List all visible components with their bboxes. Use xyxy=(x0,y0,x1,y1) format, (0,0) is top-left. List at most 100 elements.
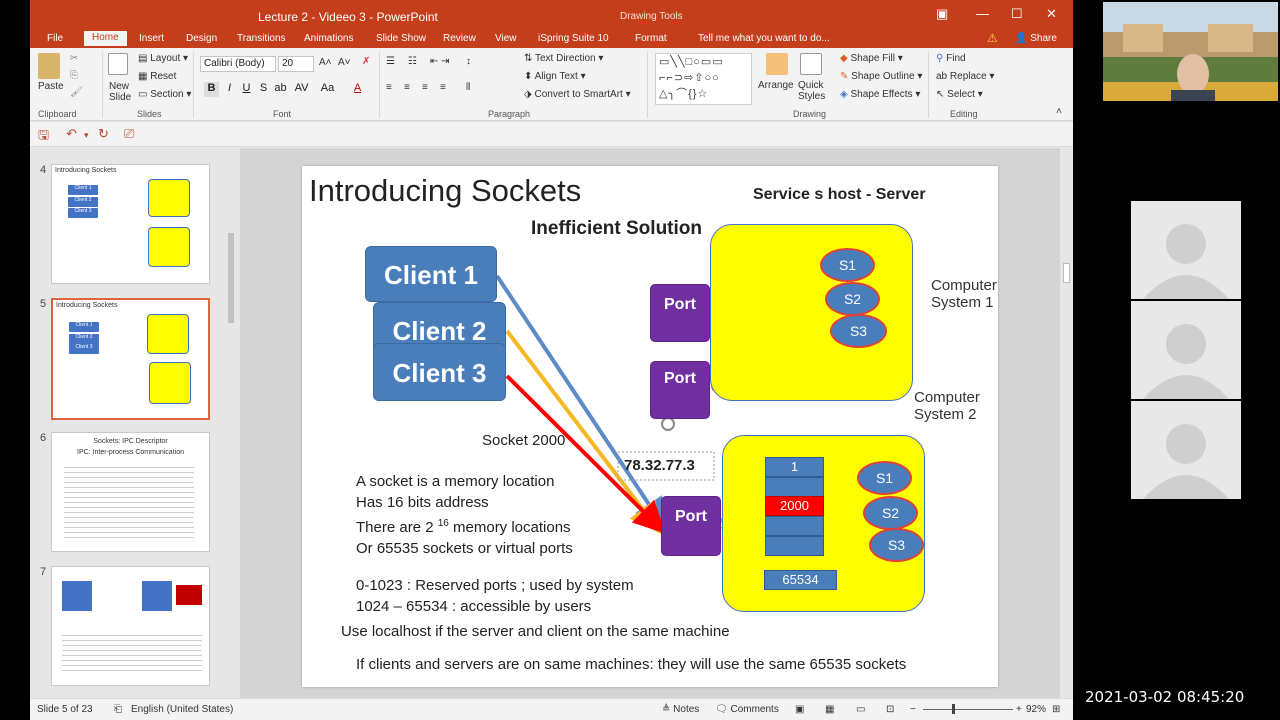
quick-styles-icon xyxy=(800,53,822,75)
new-slide-button[interactable] xyxy=(108,53,128,78)
columns-icon[interactable]: ⫴ xyxy=(466,82,470,93)
layout-button[interactable]: ▤ Layout ▾ xyxy=(138,53,188,64)
minimize-icon[interactable]: — xyxy=(976,6,989,21)
find-button[interactable]: ⚲ Find xyxy=(936,53,966,64)
clear-format-icon[interactable]: ✗ xyxy=(362,56,370,67)
warning-icon[interactable]: ⚠ xyxy=(987,31,998,45)
char-spacing-icon[interactable]: AV xyxy=(294,82,309,97)
language-status[interactable]: English (United States) xyxy=(131,704,233,715)
close-icon[interactable]: ✕ xyxy=(1046,6,1057,22)
slideshow-icon[interactable]: ⊡ xyxy=(886,704,894,715)
save-icon[interactable]: 🖫 xyxy=(38,126,49,148)
arrange-button[interactable] xyxy=(766,53,788,78)
underline-icon[interactable]: U xyxy=(239,82,254,97)
align-text-button[interactable]: ⬍ Align Text ▾ xyxy=(524,71,586,82)
font-color-icon[interactable]: A xyxy=(350,82,365,97)
strikethrough-icon[interactable]: ab xyxy=(273,82,288,97)
align-left-icon[interactable]: ≡ xyxy=(386,82,392,93)
scrollbar-thumb[interactable] xyxy=(228,233,234,323)
align-center-icon[interactable]: ≡ xyxy=(404,82,410,93)
change-case-icon[interactable]: Aa xyxy=(320,82,335,97)
slide-scrollbar[interactable] xyxy=(1060,148,1073,698)
tab-home[interactable]: Home xyxy=(84,31,127,46)
tab-view[interactable]: View xyxy=(495,33,517,44)
italic-icon[interactable]: I xyxy=(222,82,237,97)
replace-button[interactable]: ab Replace ▾ xyxy=(936,71,994,82)
thumbnail-slide-5[interactable]: Introducing Sockets Client 1 Client 2 Cl… xyxy=(51,298,210,420)
shape-effects-button[interactable]: ◈ Shape Effects ▾ xyxy=(840,89,920,100)
reset-button[interactable]: ▦ Reset xyxy=(138,71,176,82)
section-button[interactable]: ▭ Section ▾ xyxy=(138,89,191,100)
copy-icon[interactable]: ⎘ xyxy=(70,70,78,81)
quick-styles-button[interactable] xyxy=(800,53,822,78)
shape-fill-label: Shape Fill xyxy=(850,53,895,64)
numbering-icon[interactable]: ☷ xyxy=(408,56,417,67)
tell-me-search[interactable]: Tell me what you want to do... xyxy=(698,33,830,44)
cut-icon[interactable]: ✂ xyxy=(70,53,78,64)
convert-smartart-button[interactable]: ⬗ Convert to SmartArt ▾ xyxy=(524,89,631,100)
mini-client: Client 3 xyxy=(69,344,99,354)
tab-insert[interactable]: Insert xyxy=(139,33,164,44)
undo-dropdown-icon[interactable]: ▾ xyxy=(84,130,89,141)
zoom-in-icon[interactable]: + xyxy=(1016,704,1022,715)
scrollbar-thumb[interactable] xyxy=(1063,263,1070,283)
socket-2000-label: Socket 2000 xyxy=(482,432,566,449)
undo-icon[interactable]: ↶ xyxy=(66,126,77,142)
thumbnail-slide-6[interactable]: Sockets: IPC Descriptor IPC: Inter-proce… xyxy=(51,432,210,552)
comments-button[interactable]: 🗨 Comments xyxy=(715,704,779,715)
thumbnail-slide-4[interactable]: Introducing Sockets Client 1 Client 2 Cl… xyxy=(51,164,210,284)
tab-ispring[interactable]: iSpring Suite 10 xyxy=(538,33,609,44)
port-ranges: 0-1023 : Reserved ports ; used by system… xyxy=(356,575,634,617)
zoom-slider[interactable] xyxy=(923,709,1013,710)
shrink-font-icon[interactable]: A˅ xyxy=(338,57,351,68)
grow-font-icon[interactable]: A˄ xyxy=(319,57,332,68)
collapse-ribbon-icon[interactable]: ˄ xyxy=(1056,106,1062,117)
indent-icons[interactable]: ⇤ ⇥ xyxy=(430,56,450,67)
computer-system-1-label: Computer System 1 xyxy=(931,277,997,311)
shape-fill-button[interactable]: ◆ Shape Fill ▾ xyxy=(840,53,903,64)
font-name-combo[interactable]: Calibri (Body) xyxy=(200,56,276,72)
paste-button[interactable] xyxy=(38,53,60,82)
fit-slide-icon[interactable]: ⊞ xyxy=(1052,704,1060,715)
memory-cell-empty xyxy=(765,477,824,497)
tab-animations[interactable]: Animations xyxy=(304,33,353,44)
line-spacing-icon[interactable]: ↕ xyxy=(466,56,471,67)
presentation-icon[interactable]: ⎚ xyxy=(124,126,134,142)
text-part: There are 2 xyxy=(356,519,434,536)
align-right-icon[interactable]: ≡ xyxy=(422,82,428,93)
bold-icon[interactable]: B xyxy=(204,82,219,97)
zoom-slider-thumb[interactable] xyxy=(952,704,955,714)
shapes-gallery[interactable]: ▭╲╲□○▭▭ ⌐⌐⊃⇨⇧○○ △╮⌒{}☆ xyxy=(655,53,752,105)
slide-sorter-icon[interactable]: ▦ xyxy=(825,704,834,715)
tab-review[interactable]: Review xyxy=(443,33,476,44)
normal-view-icon[interactable]: ▣ xyxy=(795,704,804,715)
format-painter-icon[interactable]: 🖌 xyxy=(70,87,83,98)
maximize-icon[interactable]: ☐ xyxy=(1011,6,1023,22)
tab-design[interactable]: Design xyxy=(186,33,217,44)
notes-button[interactable]: ≜ Notes xyxy=(662,704,699,715)
status-bar: Slide 5 of 23 ⎗ English (United States) … xyxy=(30,698,1073,720)
redo-icon[interactable]: ↻ xyxy=(98,126,109,142)
share-button[interactable]: 👤 Share xyxy=(1015,33,1057,44)
justify-icon[interactable]: ≡ xyxy=(440,82,446,93)
reading-view-icon[interactable]: ▭ xyxy=(856,704,865,715)
zoom-level[interactable]: 92% xyxy=(1026,704,1046,715)
ip-address-label[interactable]: 78.32.77.3 xyxy=(624,457,695,474)
font-size-combo[interactable]: 20 xyxy=(278,56,314,72)
select-button[interactable]: ↖ Select ▾ xyxy=(936,89,983,100)
bullets-icon[interactable]: ☰ xyxy=(386,56,395,67)
thumbnail-scrollbar[interactable] xyxy=(225,148,237,696)
shadow-icon[interactable]: S xyxy=(256,82,271,97)
smartart-icon: ⬗ xyxy=(524,89,535,100)
ribbon-display-icon[interactable]: ▣ xyxy=(936,6,948,22)
text-line: 1024 – 65534 : accessible by users xyxy=(356,598,592,615)
thumbnail-slide-7[interactable] xyxy=(51,566,210,686)
tab-slide-show[interactable]: Slide Show xyxy=(376,33,426,44)
tab-file[interactable]: File xyxy=(47,33,63,44)
tab-transitions[interactable]: Transitions xyxy=(237,33,286,44)
spell-check-icon[interactable]: ⎗ xyxy=(114,704,122,715)
text-direction-button[interactable]: ⇅ Text Direction ▾ xyxy=(524,53,603,64)
zoom-out-icon[interactable]: − xyxy=(910,704,916,715)
shape-outline-button[interactable]: ✎ Shape Outline ▾ xyxy=(840,71,922,82)
tab-format[interactable]: Format xyxy=(635,33,667,44)
